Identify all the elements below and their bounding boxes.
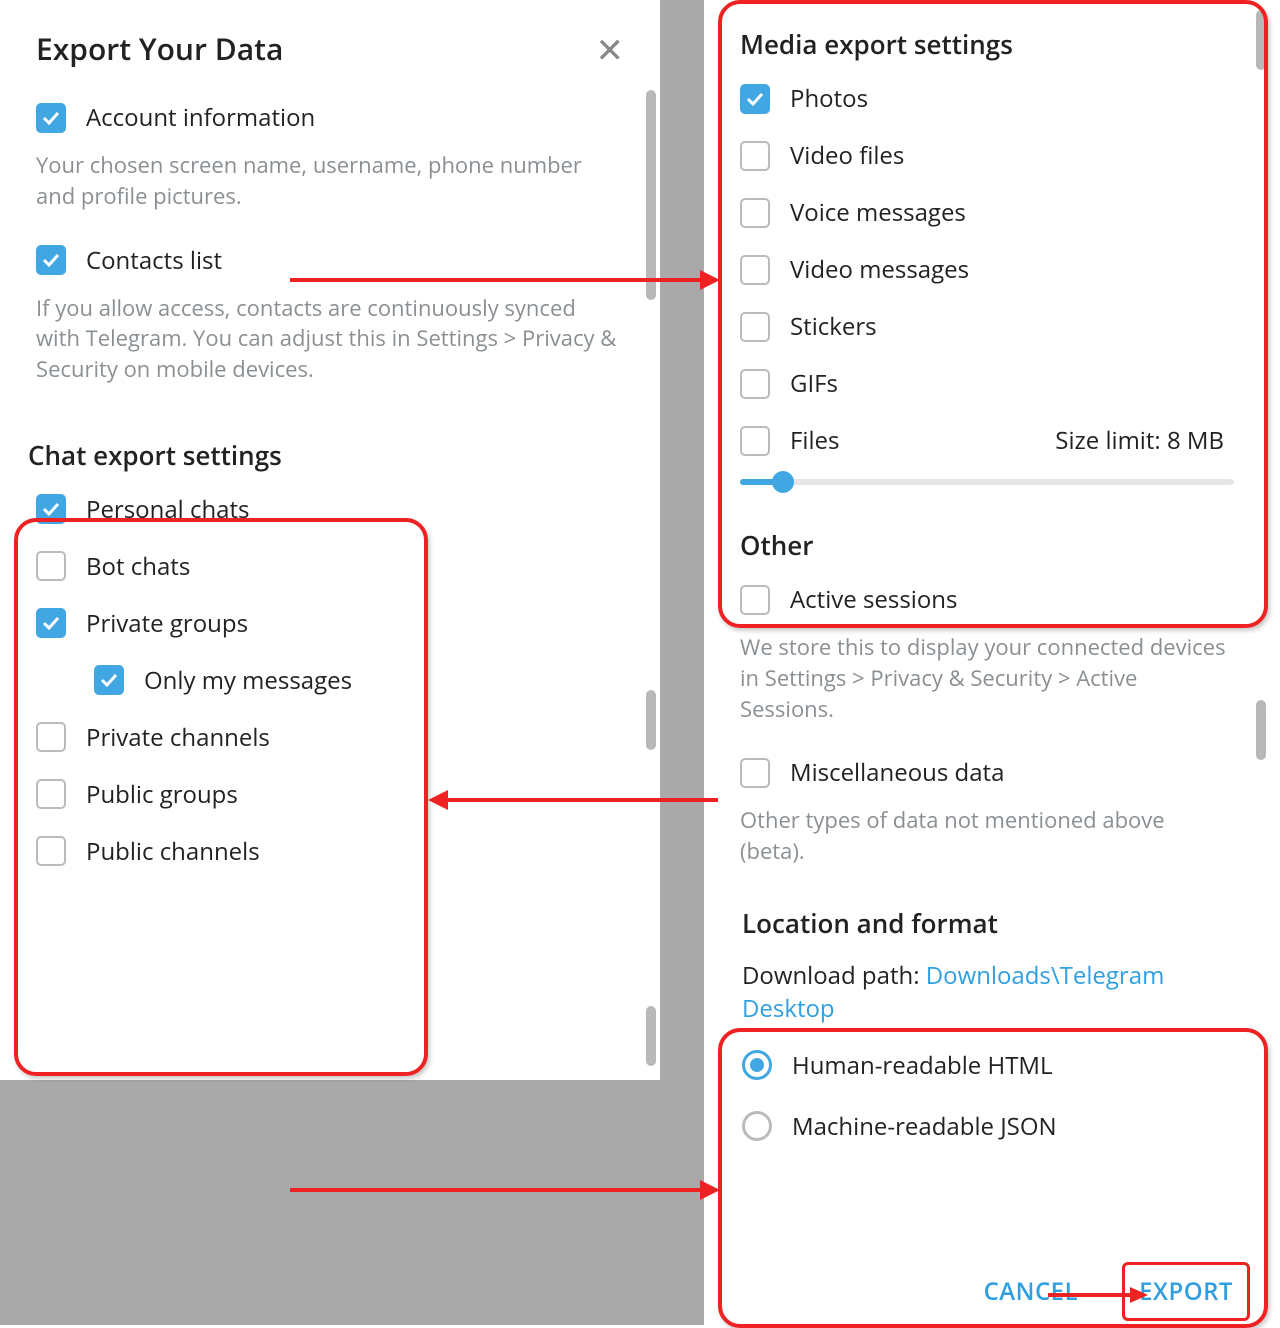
option-active-sessions[interactable]: Active sessions — [704, 571, 1270, 628]
option-format-html[interactable]: Human-readable HTML — [722, 1035, 1252, 1096]
option-video-messages[interactable]: Video messages — [704, 241, 1270, 298]
label-active-sessions: Active sessions — [790, 583, 957, 616]
option-only-my-messages[interactable]: Only my messages — [0, 652, 660, 709]
option-stickers[interactable]: Stickers — [704, 298, 1270, 355]
label-account-info: Account information — [86, 101, 315, 134]
checkbox-public-channels[interactable] — [36, 836, 66, 866]
desc-contacts: If you allow access, contacts are contin… — [0, 289, 660, 405]
slider-track — [740, 479, 1234, 485]
checkbox-personal-chats[interactable] — [36, 494, 66, 524]
cancel-button[interactable]: CANCEL — [970, 1265, 1093, 1318]
export-dialog-right: Media export settings Photos Video files… — [704, 0, 1270, 1325]
slider-thumb[interactable] — [772, 471, 794, 493]
checkbox-active-sessions[interactable] — [740, 585, 770, 615]
radio-json[interactable] — [742, 1111, 772, 1141]
option-video-files[interactable]: Video files — [704, 127, 1270, 184]
checkbox-private-groups[interactable] — [36, 608, 66, 638]
option-voice-messages[interactable]: Voice messages — [704, 184, 1270, 241]
option-personal-chats[interactable]: Personal chats — [0, 481, 660, 538]
section-title-location: Location and format — [722, 887, 1252, 949]
size-limit-label: Size limit: 8 MB — [1055, 424, 1234, 457]
desc-misc-data: Other types of data not mentioned above … — [704, 801, 1270, 887]
label-contacts: Contacts list — [86, 244, 222, 277]
option-contacts[interactable]: Contacts list — [0, 232, 660, 289]
checkbox-bot-chats[interactable] — [36, 551, 66, 581]
checkbox-account-info[interactable] — [36, 103, 66, 133]
chat-export-section: Chat export settings Personal chats Bot … — [0, 405, 660, 880]
option-account-info[interactable]: Account information — [0, 89, 660, 146]
scrollbar-right[interactable] — [1256, 10, 1266, 70]
dialog-header: Export Your Data ✕ — [0, 0, 660, 89]
other-section: Other Active sessions We store this to d… — [704, 509, 1270, 887]
label-stickers: Stickers — [790, 310, 877, 343]
radio-html[interactable] — [742, 1050, 772, 1080]
label-private-groups: Private groups — [86, 607, 248, 640]
checkbox-photos[interactable] — [740, 84, 770, 114]
download-path-label: Download path: — [742, 959, 926, 992]
download-path-row[interactable]: Download path: Downloads\Telegram Deskto… — [722, 949, 1252, 1035]
option-public-groups[interactable]: Public groups — [0, 766, 660, 823]
option-format-json[interactable]: Machine-readable JSON — [722, 1096, 1252, 1157]
checkbox-only-my-messages[interactable] — [94, 665, 124, 695]
label-private-channels: Private channels — [86, 721, 270, 754]
checkbox-video-files[interactable] — [740, 141, 770, 171]
export-dialog-left: Export Your Data ✕ Account information Y… — [0, 0, 660, 1080]
label-video-messages: Video messages — [790, 253, 969, 286]
label-photos: Photos — [790, 82, 868, 115]
checkbox-public-groups[interactable] — [36, 779, 66, 809]
checkbox-contacts[interactable] — [36, 245, 66, 275]
option-private-groups[interactable]: Private groups — [0, 595, 660, 652]
dialog-footer: CANCEL EXPORT — [970, 1262, 1250, 1321]
label-video-files: Video files — [790, 139, 904, 172]
export-button[interactable]: EXPORT — [1122, 1262, 1250, 1321]
section-title-chat: Chat export settings — [0, 419, 660, 481]
option-photos[interactable]: Photos — [704, 70, 1270, 127]
label-personal-chats: Personal chats — [86, 493, 250, 526]
section-title-other: Other — [704, 509, 1270, 571]
checkbox-stickers[interactable] — [740, 312, 770, 342]
checkbox-gifs[interactable] — [740, 369, 770, 399]
label-misc-data: Miscellaneous data — [790, 756, 1004, 789]
option-files[interactable]: Files Size limit: 8 MB — [704, 412, 1270, 469]
desc-account-info: Your chosen screen name, username, phone… — [0, 146, 660, 232]
section-title-media: Media export settings — [704, 8, 1270, 70]
option-public-channels[interactable]: Public channels — [0, 823, 660, 880]
left-panel-bottom-fill — [0, 1080, 660, 1325]
label-format-html: Human-readable HTML — [792, 1049, 1053, 1082]
label-files: Files — [790, 424, 839, 457]
checkbox-files[interactable] — [740, 426, 770, 456]
scrollbar-left[interactable] — [646, 1006, 656, 1066]
option-private-channels[interactable]: Private channels — [0, 709, 660, 766]
scrollbar-right[interactable] — [1256, 700, 1266, 760]
checkbox-video-messages[interactable] — [740, 255, 770, 285]
label-public-groups: Public groups — [86, 778, 238, 811]
checkbox-misc-data[interactable] — [740, 758, 770, 788]
label-bot-chats: Bot chats — [86, 550, 190, 583]
label-format-json: Machine-readable JSON — [792, 1110, 1057, 1143]
option-gifs[interactable]: GIFs — [704, 355, 1270, 412]
size-limit-slider[interactable] — [704, 469, 1270, 509]
desc-active-sessions: We store this to display your connected … — [704, 628, 1270, 744]
checkbox-voice-messages[interactable] — [740, 198, 770, 228]
media-export-section: Media export settings Photos Video files… — [704, 0, 1270, 509]
label-only-my-messages: Only my messages — [144, 664, 352, 697]
scrollbar-left[interactable] — [646, 90, 656, 300]
panel-divider — [660, 0, 704, 1325]
dialog-title: Export Your Data — [36, 28, 283, 69]
checkbox-private-channels[interactable] — [36, 722, 66, 752]
option-bot-chats[interactable]: Bot chats — [0, 538, 660, 595]
option-misc-data[interactable]: Miscellaneous data — [704, 744, 1270, 801]
label-gifs: GIFs — [790, 367, 838, 400]
close-icon[interactable]: ✕ — [596, 32, 625, 66]
location-format-section: Location and format Download path: Downl… — [704, 887, 1270, 1157]
label-voice-messages: Voice messages — [790, 196, 966, 229]
label-public-channels: Public channels — [86, 835, 260, 868]
